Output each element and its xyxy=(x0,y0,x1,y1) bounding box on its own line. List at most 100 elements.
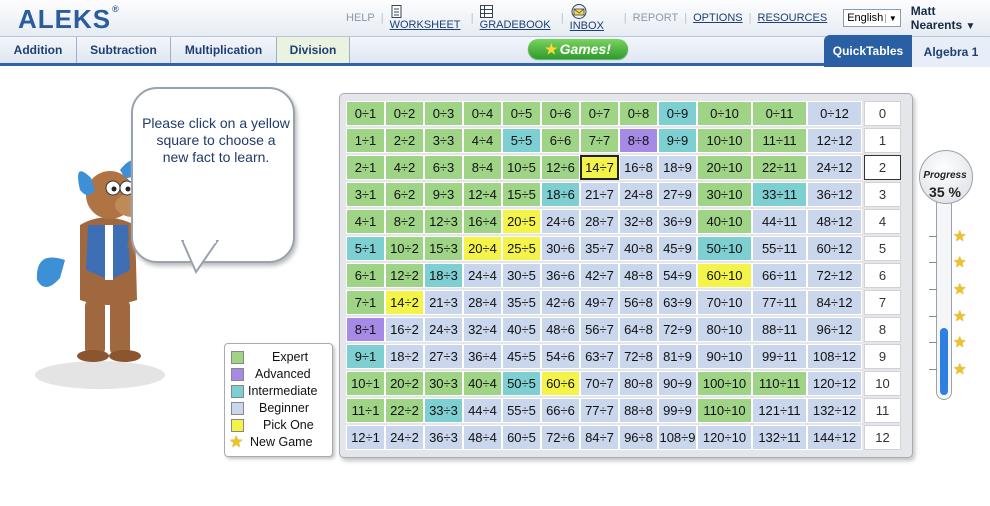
fact-cell[interactable]: 72÷8 xyxy=(619,344,658,369)
fact-cell[interactable]: 0÷7 xyxy=(580,101,619,126)
fact-cell[interactable]: 14÷7 xyxy=(580,155,619,180)
fact-cell[interactable]: 40÷5 xyxy=(502,317,541,342)
fact-cell[interactable]: 12÷1 xyxy=(346,425,385,450)
fact-cell[interactable]: 36÷6 xyxy=(541,263,580,288)
fact-cell[interactable]: 88÷11 xyxy=(752,317,807,342)
fact-cell[interactable]: 120÷12 xyxy=(807,371,862,396)
fact-cell[interactable]: 5÷1 xyxy=(346,236,385,261)
fact-cell[interactable]: 77÷7 xyxy=(580,398,619,423)
fact-cell[interactable]: 108÷12 xyxy=(807,344,862,369)
fact-cell[interactable]: 33÷3 xyxy=(424,398,463,423)
fact-cell[interactable]: 50÷10 xyxy=(697,236,752,261)
tab-quicktables[interactable]: QuickTables xyxy=(824,35,912,67)
fact-cell[interactable]: 50÷5 xyxy=(502,371,541,396)
fact-cell[interactable]: 11÷1 xyxy=(346,398,385,423)
fact-cell[interactable]: 32÷8 xyxy=(619,209,658,234)
fact-cell[interactable]: 55÷11 xyxy=(752,236,807,261)
fact-cell[interactable]: 9÷3 xyxy=(424,182,463,207)
help-link[interactable]: HELP xyxy=(346,12,375,24)
fact-cell[interactable]: 99÷11 xyxy=(752,344,807,369)
fact-cell[interactable]: 96÷8 xyxy=(619,425,658,450)
fact-cell[interactable]: 80÷8 xyxy=(619,371,658,396)
fact-cell[interactable]: 90÷10 xyxy=(697,344,752,369)
fact-cell[interactable]: 121÷11 xyxy=(752,398,807,423)
fact-cell[interactable]: 20÷10 xyxy=(697,155,752,180)
fact-cell[interactable]: 64÷8 xyxy=(619,317,658,342)
fact-cell[interactable]: 4÷1 xyxy=(346,209,385,234)
fact-cell[interactable]: 10÷1 xyxy=(346,371,385,396)
fact-cell[interactable]: 48÷4 xyxy=(463,425,502,450)
fact-cell[interactable]: 4÷4 xyxy=(463,128,502,153)
fact-cell[interactable]: 8÷8 xyxy=(619,128,658,153)
fact-cell[interactable]: 14÷2 xyxy=(385,290,424,315)
fact-cell[interactable]: 30÷3 xyxy=(424,371,463,396)
fact-cell[interactable]: 24÷8 xyxy=(619,182,658,207)
fact-cell[interactable]: 9÷1 xyxy=(346,344,385,369)
fact-cell[interactable]: 8÷2 xyxy=(385,209,424,234)
fact-cell[interactable]: 60÷5 xyxy=(502,425,541,450)
fact-cell[interactable]: 18÷2 xyxy=(385,344,424,369)
fact-cell[interactable]: 10÷10 xyxy=(697,128,752,153)
fact-cell[interactable]: 81÷9 xyxy=(658,344,697,369)
fact-cell[interactable]: 36÷3 xyxy=(424,425,463,450)
fact-cell[interactable]: 8÷1 xyxy=(346,317,385,342)
fact-cell[interactable]: 35÷5 xyxy=(502,290,541,315)
fact-cell[interactable]: 15÷5 xyxy=(502,182,541,207)
fact-cell[interactable]: 60÷6 xyxy=(541,371,580,396)
fact-cell[interactable]: 12÷4 xyxy=(463,182,502,207)
fact-cell[interactable]: 45÷9 xyxy=(658,236,697,261)
fact-cell[interactable]: 63÷7 xyxy=(580,344,619,369)
fact-cell[interactable]: 25÷5 xyxy=(502,236,541,261)
fact-cell[interactable]: 40÷8 xyxy=(619,236,658,261)
fact-cell[interactable]: 60÷12 xyxy=(807,236,862,261)
fact-cell[interactable]: 0÷6 xyxy=(541,101,580,126)
fact-cell[interactable]: 54÷9 xyxy=(658,263,697,288)
fact-cell[interactable]: 40÷4 xyxy=(463,371,502,396)
fact-cell[interactable]: 84÷12 xyxy=(807,290,862,315)
fact-cell[interactable]: 70÷10 xyxy=(697,290,752,315)
fact-cell[interactable]: 48÷6 xyxy=(541,317,580,342)
fact-cell[interactable]: 16÷2 xyxy=(385,317,424,342)
fact-cell[interactable]: 6÷6 xyxy=(541,128,580,153)
games-button[interactable]: ★ Games! xyxy=(528,39,628,59)
fact-cell[interactable]: 48÷8 xyxy=(619,263,658,288)
fact-cell[interactable]: 108÷9 xyxy=(658,425,697,450)
fact-cell[interactable]: 6÷2 xyxy=(385,182,424,207)
fact-cell[interactable]: 72÷12 xyxy=(807,263,862,288)
report-link[interactable]: REPORT xyxy=(633,12,679,24)
fact-cell[interactable]: 1÷1 xyxy=(346,128,385,153)
fact-cell[interactable]: 6÷3 xyxy=(424,155,463,180)
fact-cell[interactable]: 144÷12 xyxy=(807,425,862,450)
fact-cell[interactable]: 10÷2 xyxy=(385,236,424,261)
fact-cell[interactable]: 55÷5 xyxy=(502,398,541,423)
fact-cell[interactable]: 90÷9 xyxy=(658,371,697,396)
worksheet-link[interactable]: WORKSHEET xyxy=(390,5,465,31)
fact-cell[interactable]: 56÷8 xyxy=(619,290,658,315)
fact-cell[interactable]: 44÷11 xyxy=(752,209,807,234)
fact-cell[interactable]: 2÷2 xyxy=(385,128,424,153)
inbox-link[interactable]: INBOX xyxy=(570,4,618,32)
fact-cell[interactable]: 30÷10 xyxy=(697,182,752,207)
fact-cell[interactable]: 24÷12 xyxy=(807,155,862,180)
fact-cell[interactable]: 33÷11 xyxy=(752,182,807,207)
fact-cell[interactable]: 27÷3 xyxy=(424,344,463,369)
fact-cell[interactable]: 22÷2 xyxy=(385,398,424,423)
fact-cell[interactable]: 28÷7 xyxy=(580,209,619,234)
fact-cell[interactable]: 18÷9 xyxy=(658,155,697,180)
fact-cell[interactable]: 27÷9 xyxy=(658,182,697,207)
fact-cell[interactable]: 12÷12 xyxy=(807,128,862,153)
fact-cell[interactable]: 18÷3 xyxy=(424,263,463,288)
fact-cell[interactable]: 35÷7 xyxy=(580,236,619,261)
fact-cell[interactable]: 5÷5 xyxy=(502,128,541,153)
language-select[interactable]: English ▼ xyxy=(843,9,901,27)
fact-cell[interactable]: 24÷2 xyxy=(385,425,424,450)
gradebook-link[interactable]: GRADEBOOK xyxy=(479,5,555,31)
fact-cell[interactable]: 49÷7 xyxy=(580,290,619,315)
fact-cell[interactable]: 120÷10 xyxy=(697,425,752,450)
aleks-logo[interactable]: ALEKS® xyxy=(18,4,120,35)
fact-cell[interactable]: 2÷1 xyxy=(346,155,385,180)
resources-link[interactable]: RESOURCES xyxy=(758,12,828,24)
fact-cell[interactable]: 21÷3 xyxy=(424,290,463,315)
fact-cell[interactable]: 66÷11 xyxy=(752,263,807,288)
fact-cell[interactable]: 4÷2 xyxy=(385,155,424,180)
